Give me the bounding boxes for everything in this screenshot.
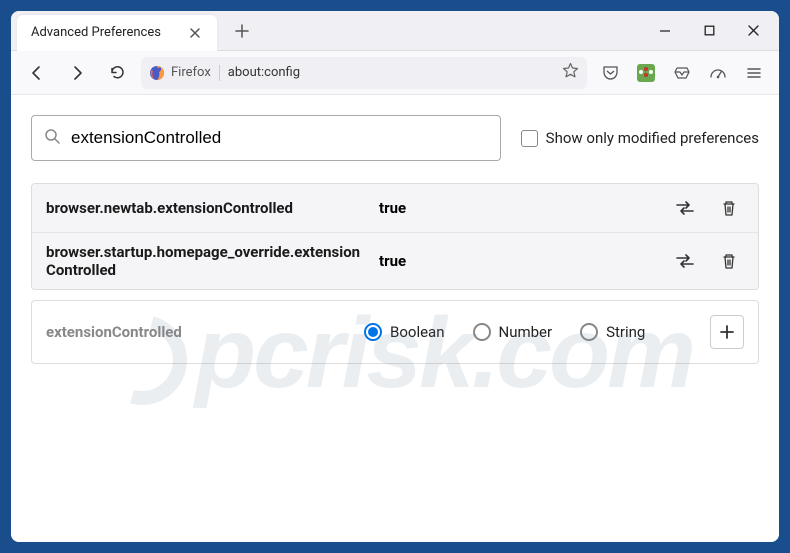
new-preference-name: extensionControlled (46, 323, 346, 341)
titlebar: Advanced Preferences (11, 11, 779, 51)
preference-row[interactable]: browser.startup.homepage_override.extens… (32, 233, 758, 289)
preference-search-box[interactable] (31, 115, 501, 161)
preference-value: true (379, 199, 652, 217)
preference-value: true (379, 252, 652, 270)
firefox-icon (149, 65, 165, 81)
close-window-button[interactable] (733, 13, 773, 49)
inbox-icon[interactable] (667, 58, 697, 88)
reload-button[interactable] (101, 57, 133, 89)
menu-button[interactable] (739, 58, 769, 88)
radio-icon (473, 323, 491, 341)
maximize-button[interactable] (689, 13, 729, 49)
navigation-toolbar: Firefox about:config (11, 51, 779, 95)
close-tab-icon[interactable] (187, 25, 203, 41)
preferences-list: browser.newtab.extensionControlled true … (31, 183, 759, 290)
url-text: about:config (228, 65, 554, 80)
bookmark-star-icon[interactable] (562, 62, 579, 83)
firefox-identity: Firefox (149, 65, 220, 81)
search-input[interactable] (71, 128, 488, 148)
radio-label: Boolean (390, 323, 445, 341)
radio-boolean[interactable]: Boolean (364, 323, 445, 341)
dashboard-icon[interactable] (703, 58, 733, 88)
radio-label: String (606, 323, 645, 341)
preference-name: browser.startup.homepage_override.extens… (46, 243, 361, 279)
back-button[interactable] (21, 57, 53, 89)
filter-modified-checkbox[interactable]: Show only modified preferences (521, 129, 759, 147)
radio-label: Number (499, 323, 553, 341)
radio-icon (580, 323, 598, 341)
identity-label: Firefox (171, 65, 211, 80)
tab-title: Advanced Preferences (31, 25, 177, 40)
minimize-button[interactable] (645, 13, 685, 49)
delete-button[interactable] (714, 194, 744, 222)
pocket-icon[interactable] (595, 58, 625, 88)
browser-tab[interactable]: Advanced Preferences (17, 15, 217, 51)
forward-button[interactable] (61, 57, 93, 89)
add-preference-button[interactable] (710, 315, 744, 349)
preference-row[interactable]: browser.newtab.extensionControlled true (32, 184, 758, 233)
radio-icon (364, 323, 382, 341)
delete-button[interactable] (714, 247, 744, 275)
checkbox-icon (521, 130, 538, 147)
toggle-button[interactable] (670, 194, 700, 222)
radio-number[interactable]: Number (473, 323, 553, 341)
toggle-button[interactable] (670, 247, 700, 275)
page-content: Show only modified preferences browser.n… (11, 95, 779, 542)
radio-string[interactable]: String (580, 323, 645, 341)
filter-label: Show only modified preferences (546, 129, 759, 147)
search-icon (44, 128, 61, 149)
type-radio-group: Boolean Number String (364, 323, 692, 341)
preference-name: browser.newtab.extensionControlled (46, 199, 361, 217)
extension-icon[interactable] (631, 58, 661, 88)
new-tab-button[interactable] (227, 16, 257, 46)
address-bar[interactable]: Firefox about:config (141, 57, 587, 89)
new-preference-row: extensionControlled Boolean Number Strin… (31, 300, 759, 364)
